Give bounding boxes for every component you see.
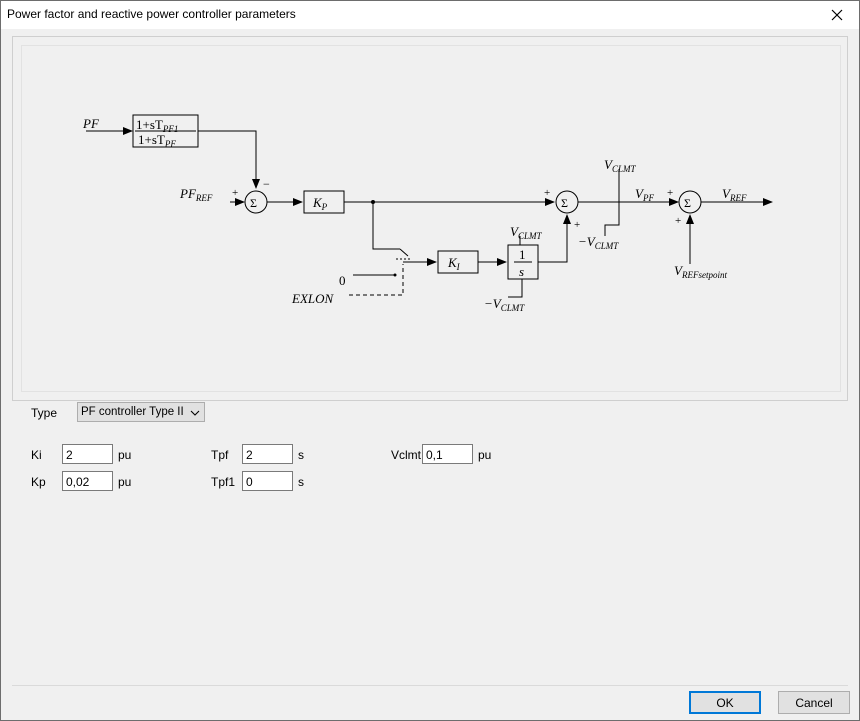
sum3-sigma: Σ	[684, 196, 691, 210]
sum2-plus-left: +	[544, 187, 550, 199]
title-bar: Power factor and reactive power controll…	[1, 1, 859, 29]
dialog-window: Power factor and reactive power controll…	[0, 0, 860, 721]
sum2-sigma: Σ	[561, 196, 568, 210]
footer-divider	[12, 685, 848, 686]
close-icon	[831, 9, 843, 21]
kp-input[interactable]: 0,02	[62, 471, 113, 491]
cancel-button[interactable]: Cancel	[778, 691, 850, 714]
tpf-field-label: Tpf	[211, 448, 229, 462]
type-select-value: PF controller Type II	[81, 406, 184, 418]
int-upper-limit: VCLMT	[510, 224, 542, 241]
tpf1-unit: s	[298, 475, 304, 489]
sum3-plus-left: +	[667, 187, 673, 199]
lim-upper-label: VCLMT	[604, 157, 636, 174]
ki-input[interactable]: 2	[62, 444, 113, 464]
kp-unit: pu	[118, 475, 132, 489]
zero-label: 0	[339, 273, 346, 288]
close-button[interactable]	[815, 1, 859, 29]
sum1-plus: +	[232, 187, 238, 199]
pf-label: PF	[82, 116, 100, 131]
filter-den: 1+sTPF	[138, 132, 176, 149]
vref-label: VREF	[722, 186, 747, 203]
int-lower-limit: −VCLMT	[484, 296, 525, 313]
chevron-down-icon	[190, 407, 200, 421]
type-select[interactable]: PF controller Type II	[77, 402, 205, 422]
vclmt-input[interactable]: 0,1	[422, 444, 473, 464]
sum2-plus-bottom: +	[574, 219, 580, 231]
sum3-plus-bottom: +	[675, 215, 681, 227]
diagram-canvas: PF 1+sTPF1 1+sTPF PFREF + − Σ KP KI 1 s …	[21, 45, 841, 392]
ki-label: KI	[447, 255, 461, 272]
kp-field-label: Kp	[31, 475, 46, 489]
type-label: Type	[31, 406, 58, 420]
exlon-label: EXLON	[291, 291, 335, 306]
tpf-unit: s	[298, 448, 304, 462]
vpf-label: VPF	[635, 186, 654, 203]
lim-lower-label: −VCLMT	[578, 234, 619, 251]
window-title: Power factor and reactive power controll…	[7, 7, 296, 21]
sum1-sigma: Σ	[250, 196, 257, 210]
vclmt-field-label: Vclmt	[391, 448, 421, 462]
ok-button[interactable]: OK	[689, 691, 761, 714]
vref-setpoint-label: VREFsetpoint	[674, 263, 727, 280]
tpf1-input[interactable]: 0	[242, 471, 293, 491]
sum1-minus: −	[263, 177, 270, 191]
int-den: s	[519, 264, 524, 279]
kp-label: KP	[312, 195, 328, 212]
ki-field-label: Ki	[31, 448, 42, 462]
pfref-label: PFREF	[179, 186, 213, 203]
diagram-panel: PF 1+sTPF1 1+sTPF PFREF + − Σ KP KI 1 s …	[12, 36, 848, 401]
ki-unit: pu	[118, 448, 132, 462]
block-diagram: PF 1+sTPF1 1+sTPF PFREF + − Σ KP KI 1 s …	[82, 114, 773, 313]
tpf-input[interactable]: 2	[242, 444, 293, 464]
vclmt-unit: pu	[478, 448, 492, 462]
tpf1-field-label: Tpf1	[211, 475, 236, 489]
int-num: 1	[519, 247, 526, 262]
